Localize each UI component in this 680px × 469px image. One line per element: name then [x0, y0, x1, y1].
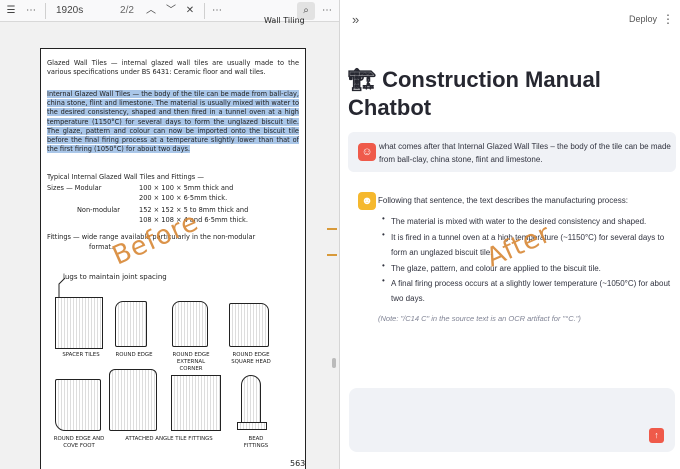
spacer-tiles-drawing	[55, 297, 103, 349]
user-message: ☺ what comes after that Internal Glazed …	[348, 132, 676, 172]
scrollbar-thumb[interactable]	[332, 358, 336, 368]
assistant-avatar-icon: ☻	[358, 192, 376, 210]
bullet-dot: •	[382, 261, 385, 270]
assistant-intro: Following that sentence, the text descri…	[378, 196, 628, 205]
label-round-edge-external-corner: ROUND EDGE EXTERNAL CORNER	[172, 352, 210, 372]
more-tools-icon[interactable]: ⋯	[24, 0, 38, 22]
round-edge-external-corner-drawing	[172, 301, 208, 347]
assistant-note: (Note: "/C14 C" in the source text is an…	[378, 314, 581, 323]
sidebar-toggle-icon[interactable]: ☰	[4, 0, 18, 22]
assistant-bullet-1: The material is mixed with water to the …	[391, 217, 647, 226]
pane-resize-marker	[327, 254, 337, 256]
bullet-dot: •	[382, 230, 385, 239]
label-bead-fittings: BEAD FITTINGS	[243, 436, 269, 449]
cove-foot-drawing	[55, 379, 101, 431]
label-round-edge: ROUND EDGE	[115, 352, 153, 358]
user-message-text: what comes after that Internal Glazed Wa…	[379, 142, 671, 164]
screen: ☰ ⋯ 1920s 2/2 ︿ ﹀ ✕ ⋯ ⌕ ⋯ Wall Tiling Gl…	[0, 0, 680, 469]
main-menu-icon[interactable]: ⋮	[662, 12, 674, 26]
bullet-dot: •	[382, 214, 385, 223]
label-attached-angle: ATTACHED ANGLE TILE FITTINGS	[125, 436, 213, 442]
toolbar-separator	[204, 3, 205, 19]
round-edge-drawing	[115, 301, 147, 347]
assistant-bullet-4: A final firing process occurs at a sligh…	[391, 279, 671, 288]
pdf-scrollbar[interactable]	[331, 26, 337, 466]
page-title: 🏗 Construction Manual Chatbot	[348, 66, 648, 122]
find-next-icon[interactable]: ﹀	[164, 0, 178, 22]
attached-angle-drawing-1	[109, 369, 157, 431]
crane-icon: 🏗	[348, 67, 376, 92]
send-button[interactable]: ↑	[649, 428, 664, 443]
label-spacer-tiles: SPACER TILES	[62, 352, 100, 358]
attached-angle-drawing-2	[171, 375, 221, 431]
bullet-dot: •	[382, 276, 385, 285]
toolbar-separator	[45, 3, 46, 19]
pdf-page-area[interactable]: Wall Tiling Glazed Wall Tiles — internal…	[0, 16, 339, 469]
find-previous-icon[interactable]: ︿	[144, 0, 158, 22]
label-round-edge-square-head: ROUND EDGE SQUARE HEAD	[231, 352, 271, 365]
match-count: 2/2	[120, 5, 134, 16]
pane-resize-marker	[327, 228, 337, 230]
close-find-icon[interactable]: ✕	[183, 0, 197, 22]
chat-input[interactable]	[349, 388, 675, 452]
assistant-bullet-4-cont: two days.	[391, 294, 425, 303]
pdf-viewer: ☰ ⋯ 1920s 2/2 ︿ ﹀ ✕ ⋯ ⌕ ⋯ Wall Tiling Gl…	[0, 0, 339, 469]
overflow-menu-icon[interactable]: ⋯	[320, 0, 334, 22]
user-avatar-icon: ☺	[358, 143, 376, 161]
find-input[interactable]: 1920s	[56, 0, 116, 22]
bead-fittings-base	[237, 422, 267, 430]
expand-sidebar-icon[interactable]: »	[352, 12, 359, 27]
title-text: Construction Manual Chatbot	[348, 67, 601, 120]
pdf-page: Glazed Wall Tiles — internal glazed wall…	[40, 48, 306, 469]
page-header: Wall Tiling	[264, 16, 305, 25]
assistant-bullet-2-cont: form an unglazed biscuit tile.	[391, 248, 493, 257]
page-number: 563	[290, 459, 306, 468]
find-options-icon[interactable]: ⋯	[210, 0, 224, 22]
deploy-button[interactable]: Deploy	[629, 14, 657, 24]
label-cove-foot: ROUND EDGE AND COVE FOOT	[53, 436, 105, 449]
chat-app: » Deploy ⋮ 🏗 Construction Manual Chatbot…	[340, 0, 680, 469]
bead-fittings-drawing	[241, 375, 261, 425]
round-edge-square-head-drawing	[229, 303, 269, 347]
